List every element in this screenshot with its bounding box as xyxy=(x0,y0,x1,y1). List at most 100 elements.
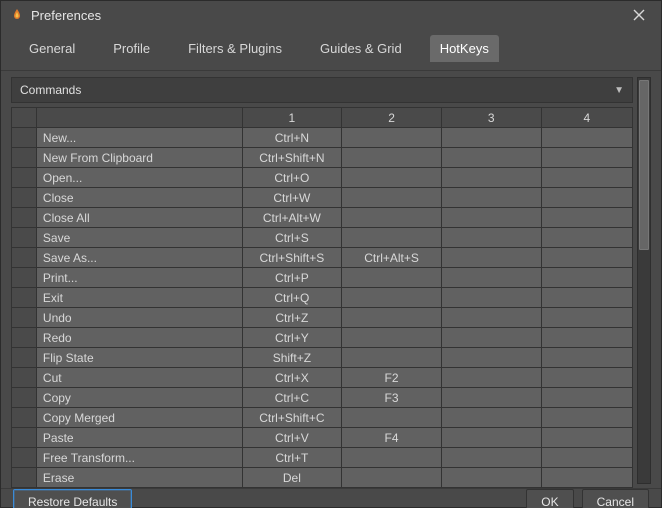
cancel-button[interactable]: Cancel xyxy=(582,489,649,508)
command-cell[interactable]: Close xyxy=(36,188,242,208)
hotkey-cell-3[interactable] xyxy=(441,428,541,448)
hotkey-cell-1[interactable]: Ctrl+Q xyxy=(242,288,342,308)
scrollbar-vertical[interactable] xyxy=(637,77,651,484)
hotkey-cell-4[interactable] xyxy=(541,388,632,408)
hotkey-cell-2[interactable]: F4 xyxy=(342,428,442,448)
hotkey-cell-4[interactable] xyxy=(541,308,632,328)
tab-filters-plugins[interactable]: Filters & Plugins xyxy=(178,35,292,62)
hotkey-cell-4[interactable] xyxy=(541,188,632,208)
col-header-2[interactable]: 2 xyxy=(342,108,442,128)
hotkey-cell-2[interactable] xyxy=(342,188,442,208)
col-header-4[interactable]: 4 xyxy=(541,108,632,128)
hotkey-cell-1[interactable]: Ctrl+O xyxy=(242,168,342,188)
hotkey-cell-4[interactable] xyxy=(541,468,632,488)
hotkey-cell-4[interactable] xyxy=(541,348,632,368)
hotkey-cell-3[interactable] xyxy=(441,288,541,308)
hotkey-cell-1[interactable]: Ctrl+Shift+S xyxy=(242,248,342,268)
hotkey-cell-1[interactable]: Ctrl+V xyxy=(242,428,342,448)
hotkey-cell-4[interactable] xyxy=(541,248,632,268)
hotkey-cell-3[interactable] xyxy=(441,228,541,248)
command-cell[interactable]: Save xyxy=(36,228,242,248)
command-cell[interactable]: Save As... xyxy=(36,248,242,268)
hotkey-cell-4[interactable] xyxy=(541,288,632,308)
hotkey-cell-2[interactable] xyxy=(342,268,442,288)
hotkey-cell-1[interactable]: Ctrl+P xyxy=(242,268,342,288)
hotkey-cell-2[interactable]: Ctrl+Alt+S xyxy=(342,248,442,268)
hotkey-cell-1[interactable]: Shift+Z xyxy=(242,348,342,368)
hotkey-cell-2[interactable] xyxy=(342,328,442,348)
command-cell[interactable]: Free Transform... xyxy=(36,448,242,468)
ok-button[interactable]: OK xyxy=(526,489,573,508)
hotkey-cell-3[interactable] xyxy=(441,148,541,168)
hotkey-cell-3[interactable] xyxy=(441,408,541,428)
hotkey-cell-1[interactable]: Ctrl+C xyxy=(242,388,342,408)
hotkey-cell-3[interactable] xyxy=(441,348,541,368)
hotkey-cell-4[interactable] xyxy=(541,228,632,248)
hotkey-cell-3[interactable] xyxy=(441,128,541,148)
hotkey-cell-2[interactable] xyxy=(342,128,442,148)
hotkey-cell-2[interactable]: F2 xyxy=(342,368,442,388)
hotkey-cell-4[interactable] xyxy=(541,148,632,168)
command-cell[interactable]: Copy Merged xyxy=(36,408,242,428)
hotkey-cell-1[interactable]: Ctrl+Y xyxy=(242,328,342,348)
hotkey-cell-4[interactable] xyxy=(541,168,632,188)
hotkey-cell-1[interactable]: Ctrl+Shift+N xyxy=(242,148,342,168)
hotkey-cell-1[interactable]: Ctrl+Z xyxy=(242,308,342,328)
tab-guides-grid[interactable]: Guides & Grid xyxy=(310,35,412,62)
hotkey-cell-3[interactable] xyxy=(441,468,541,488)
hotkey-cell-4[interactable] xyxy=(541,128,632,148)
hotkey-cell-3[interactable] xyxy=(441,268,541,288)
tab-profile[interactable]: Profile xyxy=(103,35,160,62)
hotkey-cell-2[interactable] xyxy=(342,228,442,248)
command-cell[interactable]: Redo xyxy=(36,328,242,348)
command-cell[interactable]: New... xyxy=(36,128,242,148)
hotkey-cell-1[interactable]: Ctrl+T xyxy=(242,448,342,468)
hotkey-cell-3[interactable] xyxy=(441,368,541,388)
hotkey-cell-1[interactable]: Ctrl+X xyxy=(242,368,342,388)
restore-defaults-button[interactable]: Restore Defaults xyxy=(13,489,132,508)
command-cell[interactable]: Close All xyxy=(36,208,242,228)
command-cell[interactable]: Flip State xyxy=(36,348,242,368)
hotkey-cell-2[interactable] xyxy=(342,148,442,168)
command-cell[interactable]: Undo xyxy=(36,308,242,328)
hotkey-cell-2[interactable] xyxy=(342,408,442,428)
scroll-thumb[interactable] xyxy=(639,80,649,250)
hotkey-cell-2[interactable] xyxy=(342,448,442,468)
hotkey-cell-2[interactable] xyxy=(342,168,442,188)
hotkey-cell-1[interactable]: Ctrl+Shift+C xyxy=(242,408,342,428)
hotkey-cell-4[interactable] xyxy=(541,368,632,388)
hotkey-cell-4[interactable] xyxy=(541,268,632,288)
command-cell[interactable]: Exit xyxy=(36,288,242,308)
command-cell[interactable]: Open... xyxy=(36,168,242,188)
close-button[interactable] xyxy=(625,1,653,29)
hotkey-cell-4[interactable] xyxy=(541,408,632,428)
hotkey-cell-3[interactable] xyxy=(441,388,541,408)
command-cell[interactable]: Print... xyxy=(36,268,242,288)
command-cell[interactable]: Erase xyxy=(36,468,242,488)
hotkey-cell-3[interactable] xyxy=(441,168,541,188)
hotkey-cell-2[interactable] xyxy=(342,308,442,328)
hotkey-cell-4[interactable] xyxy=(541,428,632,448)
command-cell[interactable]: Cut xyxy=(36,368,242,388)
commands-section-header[interactable]: Commands ▼ xyxy=(11,77,633,103)
tab-hotkeys[interactable]: HotKeys xyxy=(430,35,499,62)
col-header-3[interactable]: 3 xyxy=(441,108,541,128)
hotkey-cell-2[interactable] xyxy=(342,288,442,308)
hotkey-cell-3[interactable] xyxy=(441,328,541,348)
hotkey-cell-3[interactable] xyxy=(441,208,541,228)
hotkey-cell-2[interactable] xyxy=(342,468,442,488)
hotkey-cell-1[interactable]: Ctrl+N xyxy=(242,128,342,148)
command-cell[interactable]: New From Clipboard xyxy=(36,148,242,168)
hotkey-cell-1[interactable]: Ctrl+Alt+W xyxy=(242,208,342,228)
hotkey-cell-3[interactable] xyxy=(441,308,541,328)
command-cell[interactable]: Copy xyxy=(36,388,242,408)
hotkey-cell-3[interactable] xyxy=(441,188,541,208)
col-header-1[interactable]: 1 xyxy=(242,108,342,128)
hotkey-cell-1[interactable]: Ctrl+W xyxy=(242,188,342,208)
hotkey-cell-4[interactable] xyxy=(541,208,632,228)
tab-general[interactable]: General xyxy=(19,35,85,62)
command-cell[interactable]: Paste xyxy=(36,428,242,448)
hotkey-cell-3[interactable] xyxy=(441,248,541,268)
hotkey-cell-2[interactable] xyxy=(342,348,442,368)
hotkey-cell-2[interactable] xyxy=(342,208,442,228)
